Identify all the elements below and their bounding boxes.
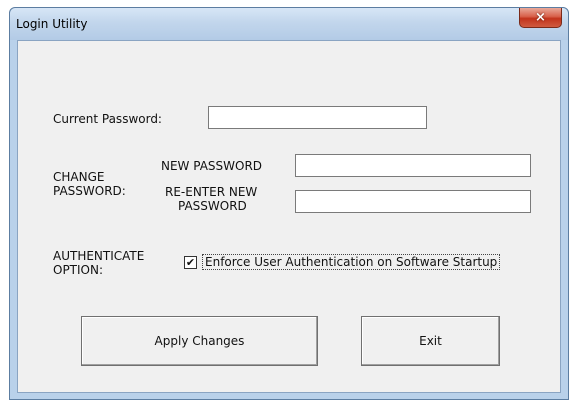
- authenticate-option-label-line2: OPTION:: [53, 263, 104, 277]
- current-password-label: Current Password:: [53, 112, 162, 126]
- checkmark-icon: ✔: [185, 256, 196, 269]
- authenticate-option-label-line1: AUTHENTICATE: [53, 249, 145, 263]
- enforce-authentication-label[interactable]: Enforce User Authentication on Software …: [202, 254, 501, 270]
- dialog-body: Current Password: CHANGE PASSWORD: NEW P…: [17, 40, 561, 393]
- apply-changes-label: Apply Changes: [154, 334, 245, 348]
- new-password-field[interactable]: [295, 154, 531, 177]
- change-password-label-line1: CHANGE: [53, 170, 105, 184]
- login-utility-window: Login Utility × Current Password: CHANGE…: [9, 7, 569, 400]
- title-bar[interactable]: Login Utility ×: [10, 8, 568, 40]
- reenter-password-field[interactable]: [295, 190, 531, 213]
- reenter-password-label-line1: RE-ENTER NEW: [165, 185, 258, 199]
- window-title: Login Utility: [16, 17, 88, 31]
- current-password-field[interactable]: [208, 106, 427, 129]
- exit-label: Exit: [419, 334, 442, 348]
- apply-changes-button[interactable]: Apply Changes: [81, 316, 318, 366]
- new-password-label: NEW PASSWORD: [161, 159, 263, 173]
- close-button[interactable]: ×: [519, 8, 562, 28]
- change-password-label-line2: PASSWORD:: [53, 184, 126, 198]
- close-icon: ×: [535, 10, 546, 25]
- enforce-authentication-checkbox[interactable]: ✔: [184, 256, 197, 269]
- exit-button[interactable]: Exit: [361, 316, 500, 366]
- reenter-password-label-line2: PASSWORD: [178, 199, 247, 213]
